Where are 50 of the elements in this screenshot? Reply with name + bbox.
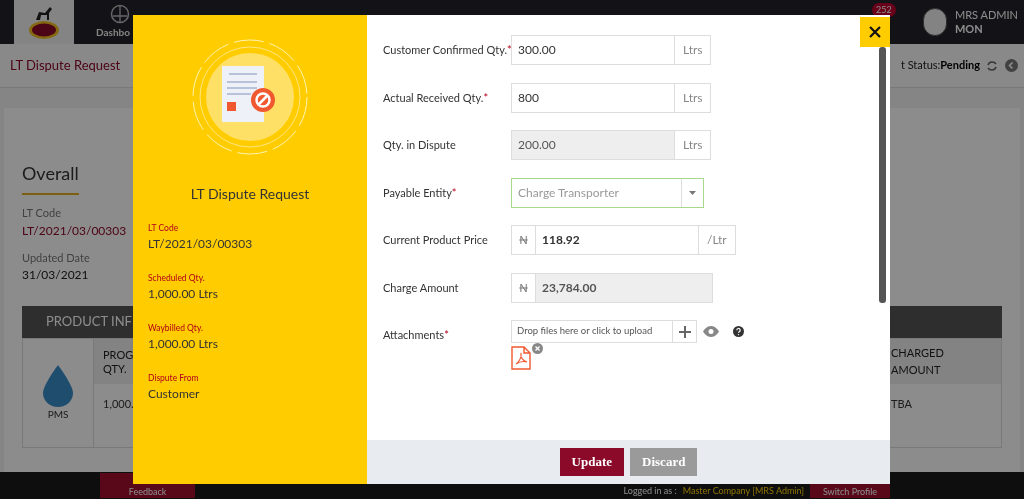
user-menu[interactable]: MRS ADMIN MON: [917, 0, 1024, 44]
detail-value: LT/2021/03/00303: [22, 221, 127, 240]
column-header: PROG QTY.: [94, 339, 134, 384]
detail-value: Customer: [148, 384, 201, 403]
logo[interactable]: [14, 0, 74, 44]
pdf-file-icon[interactable]: [511, 346, 531, 370]
close-button[interactable]: [860, 17, 890, 47]
required-marker: *: [507, 42, 512, 58]
back-icon[interactable]: [1005, 59, 1018, 72]
fuel-drop-icon: [43, 364, 73, 407]
detail-label: Dispute From: [148, 372, 200, 385]
remove-icon[interactable]: [532, 343, 543, 354]
user-name: MRS ADMIN: [954, 8, 1018, 22]
section-title: Overall: [22, 160, 79, 195]
field-label: Charge Amount: [383, 279, 459, 296]
table-cell-text: 1,000.: [102, 396, 134, 412]
table-cell-text: TBA: [890, 396, 913, 412]
required-marker: *: [483, 89, 489, 106]
update-button[interactable]: Update: [559, 448, 625, 476]
detail-label: Waybilled Qty.: [148, 322, 204, 335]
field-label: Actual Received Qty.: [383, 89, 484, 106]
refresh-icon[interactable]: [986, 59, 998, 72]
logged-in-company: Master Company [MRS Admin]: [682, 485, 804, 498]
eye-icon[interactable]: [702, 326, 720, 337]
detail-label: LT Code: [148, 222, 180, 235]
detail-label: Updated Date: [22, 249, 90, 266]
close-icon: [869, 26, 881, 38]
detail-value: LT/2021/03/00303: [148, 234, 254, 253]
field-label: Customer Confirmed Qty.: [383, 42, 508, 58]
upload-field[interactable]: Drop files here or click to upload: [511, 320, 697, 343]
detail-label: LT Code: [22, 205, 63, 221]
detail-value: 31/03/2021: [22, 266, 90, 284]
status-value: Pending: [940, 57, 980, 74]
field-label: Payable Entity: [383, 184, 452, 201]
user-role: MON: [954, 22, 984, 36]
field-label: Current Product Price: [383, 232, 488, 248]
detail-label: Scheduled Qty.: [148, 272, 206, 285]
product-name: PMS: [47, 406, 69, 422]
field-label: Qty. in Dispute: [383, 137, 456, 153]
dialog-title: LT Dispute Request: [189, 184, 311, 204]
breadcrumb: LT Dispute Request: [10, 55, 121, 75]
nav-item[interactable]: Dashbo: [96, 25, 130, 40]
plus-icon: [678, 325, 691, 338]
compass-icon: [110, 4, 130, 24]
detail-value: 1,000.00 Ltrs: [148, 284, 219, 303]
caret-icon: [689, 190, 696, 195]
required-marker: *: [451, 184, 457, 201]
logged-in-label: Logged in as :: [623, 485, 677, 498]
status-label: t Status:: [900, 57, 941, 74]
help-icon[interactable]: [733, 326, 744, 337]
